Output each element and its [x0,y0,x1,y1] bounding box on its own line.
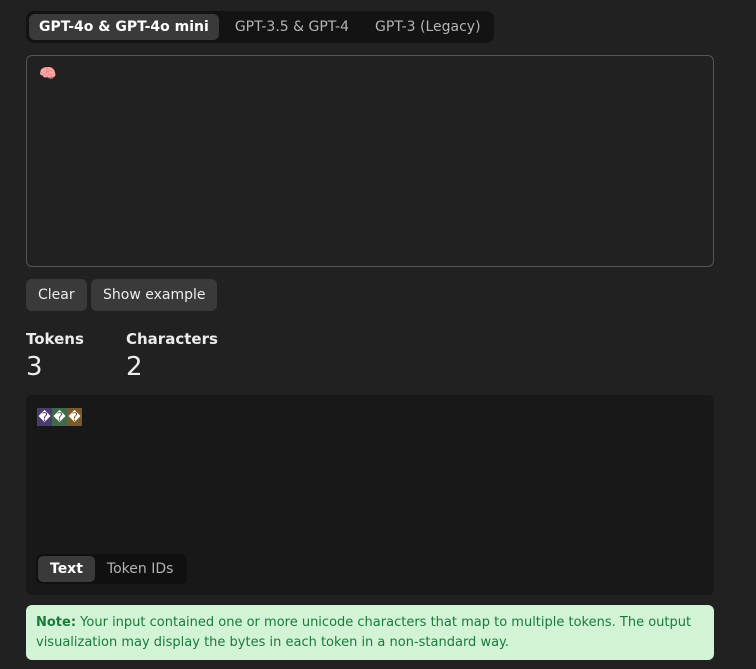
token-chip: � [52,408,67,426]
tokens-stat: Tokens 3 [26,330,84,382]
tab-gpt-3-legacy[interactable]: GPT-3 (Legacy) [365,14,491,40]
token-output-panel: � � � Text Token IDs [26,395,714,595]
note-text: Your input contained one or more unicode… [36,615,692,650]
token-chip: � [37,408,52,426]
unicode-note: Note: Your input contained one or more u… [26,605,714,660]
tab-gpt-4o[interactable]: GPT-4o & GPT-4o mini [29,14,219,40]
tokenizer-page: GPT-4o & GPT-4o mini GPT-3.5 & GPT-4 GPT… [0,0,756,669]
tab-gpt-35-gpt-4[interactable]: GPT-3.5 & GPT-4 [225,14,359,40]
text-input[interactable]: 🧠 [26,55,714,267]
characters-stat: Characters 2 [126,330,218,382]
characters-label: Characters [126,330,218,348]
clear-button[interactable]: Clear [26,279,87,311]
input-value: 🧠 [39,66,57,82]
note-label: Note: [36,615,77,630]
tokens-label: Tokens [26,330,84,348]
characters-count: 2 [126,352,143,382]
show-example-button[interactable]: Show example [91,279,218,311]
tab-text[interactable]: Text [38,556,95,582]
model-tab-bar: GPT-4o & GPT-4o mini GPT-3.5 & GPT-4 GPT… [26,11,494,43]
output-view-toggle: Text Token IDs [36,554,188,584]
token-chip: � [67,408,82,426]
tokens-count: 3 [26,352,43,382]
tab-token-ids[interactable]: Token IDs [95,556,186,582]
token-visualization: � � � [37,408,82,426]
